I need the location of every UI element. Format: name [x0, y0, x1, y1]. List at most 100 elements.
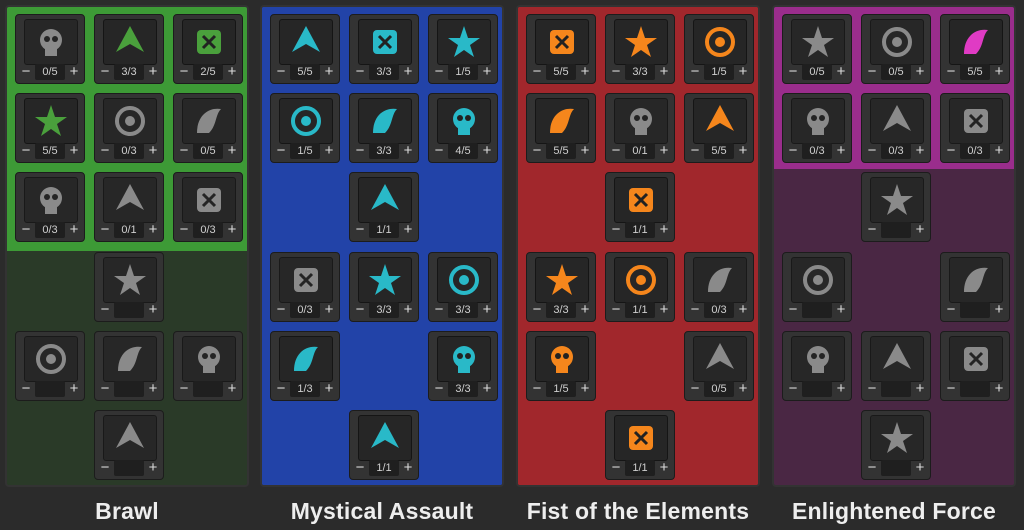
increase-rank-button[interactable]: + [67, 143, 81, 159]
skill-slot[interactable]: −5/5 + [526, 93, 596, 163]
skill-slot[interactable]: −3/3 + [526, 252, 596, 322]
skill-slot[interactable]: −3/3 + [349, 93, 419, 163]
shards-icon[interactable] [870, 336, 924, 382]
spiked-ball-icon[interactable] [103, 257, 157, 303]
decrease-rank-button[interactable]: − [432, 302, 446, 318]
increase-rank-button[interactable]: + [657, 302, 671, 318]
increase-rank-button[interactable]: + [657, 143, 671, 159]
decrease-rank-button[interactable]: − [530, 381, 544, 397]
decrease-rank-button[interactable]: − [19, 143, 33, 159]
decrease-rank-button[interactable]: − [688, 64, 702, 80]
skull-pile-icon[interactable] [693, 98, 747, 144]
skill-slot[interactable]: −1/3 + [270, 331, 340, 401]
decrease-rank-button[interactable]: − [353, 302, 367, 318]
explosion-skull-icon[interactable] [103, 19, 157, 65]
increase-rank-button[interactable]: + [992, 64, 1006, 80]
increase-rank-button[interactable]: + [578, 302, 592, 318]
increase-rank-button[interactable]: + [401, 460, 415, 476]
skill-slot[interactable]: −0/3 + [782, 93, 852, 163]
leaping-figure-icon[interactable] [870, 415, 924, 461]
skull-banner-icon[interactable] [437, 19, 491, 65]
decrease-rank-button[interactable]: − [530, 302, 544, 318]
arrow-up-icon[interactable] [358, 177, 412, 223]
skill-slot[interactable]: −3/3 + [428, 252, 498, 322]
skill-slot[interactable]: − + [94, 410, 164, 480]
skill-slot[interactable]: −3/3 + [428, 331, 498, 401]
decrease-rank-button[interactable]: − [530, 143, 544, 159]
increase-rank-button[interactable]: + [322, 381, 336, 397]
skill-slot[interactable]: −0/3 + [173, 172, 243, 242]
skill-slot[interactable]: − + [861, 410, 931, 480]
decrease-rank-button[interactable]: − [274, 64, 288, 80]
bottle-icon[interactable] [791, 98, 845, 144]
mushroom-skull-icon[interactable] [693, 257, 747, 303]
beast-face-icon[interactable] [24, 336, 78, 382]
increase-rank-button[interactable]: + [913, 143, 927, 159]
skill-slot[interactable]: −0/3 + [861, 93, 931, 163]
decrease-rank-button[interactable]: − [944, 381, 958, 397]
decrease-rank-button[interactable]: − [19, 222, 33, 238]
pointing-hand-icon[interactable] [614, 98, 668, 144]
skill-slot[interactable]: − + [782, 252, 852, 322]
increase-rank-button[interactable]: + [657, 460, 671, 476]
skill-slot[interactable]: −0/5 + [782, 14, 852, 84]
decrease-rank-button[interactable]: − [177, 143, 191, 159]
skill-slot[interactable]: −5/5 + [15, 93, 85, 163]
decrease-rank-button[interactable]: − [274, 302, 288, 318]
decrease-rank-button[interactable]: − [688, 302, 702, 318]
increase-rank-button[interactable]: + [992, 143, 1006, 159]
skill-slot[interactable]: −3/3 + [349, 14, 419, 84]
shattered-shield-icon[interactable] [791, 19, 845, 65]
rune-fist-icon[interactable] [182, 19, 236, 65]
decrease-rank-button[interactable]: − [177, 222, 191, 238]
decrease-rank-button[interactable]: − [865, 381, 879, 397]
pink-dragon-icon[interactable] [949, 19, 1003, 65]
increase-rank-button[interactable]: + [992, 381, 1006, 397]
increase-rank-button[interactable]: + [225, 64, 239, 80]
skill-slot[interactable]: −0/3 + [940, 93, 1010, 163]
increase-rank-button[interactable]: + [480, 302, 494, 318]
increase-rank-button[interactable]: + [578, 381, 592, 397]
skill-slot[interactable]: −1/5 + [270, 93, 340, 163]
increase-rank-button[interactable]: + [834, 64, 848, 80]
decrease-rank-button[interactable]: − [353, 143, 367, 159]
skill-slot[interactable]: −1/5 + [526, 331, 596, 401]
nest-icon[interactable] [870, 98, 924, 144]
decrease-rank-button[interactable]: − [865, 64, 879, 80]
increase-rank-button[interactable]: + [146, 381, 160, 397]
decrease-rank-button[interactable]: − [177, 381, 191, 397]
increase-rank-button[interactable]: + [657, 64, 671, 80]
skill-slot[interactable]: −0/3 + [15, 172, 85, 242]
skill-slot[interactable]: −3/3 + [94, 14, 164, 84]
increase-rank-button[interactable]: + [992, 302, 1006, 318]
decrease-rank-button[interactable]: − [865, 222, 879, 238]
decrease-rank-button[interactable]: − [609, 222, 623, 238]
helmet-icon[interactable] [791, 257, 845, 303]
target-icon[interactable] [614, 19, 668, 65]
increase-rank-button[interactable]: + [146, 302, 160, 318]
skill-slot[interactable]: −2/5 + [173, 14, 243, 84]
skill-slot[interactable]: −1/1 + [349, 172, 419, 242]
decrease-rank-button[interactable]: − [530, 64, 544, 80]
skill-slot[interactable]: −1/5 + [428, 14, 498, 84]
increase-rank-button[interactable]: + [225, 381, 239, 397]
increase-rank-button[interactable]: + [480, 143, 494, 159]
increase-rank-button[interactable]: + [225, 143, 239, 159]
helmet-skull-icon[interactable] [103, 98, 157, 144]
skill-slot[interactable]: −0/1 + [94, 172, 164, 242]
increase-rank-button[interactable]: + [401, 64, 415, 80]
increase-rank-button[interactable]: + [401, 143, 415, 159]
decrease-rank-button[interactable]: − [98, 143, 112, 159]
heart-hand-icon[interactable] [535, 336, 589, 382]
skill-slot[interactable]: −5/5 + [940, 14, 1010, 84]
decrease-rank-button[interactable]: − [786, 143, 800, 159]
decrease-rank-button[interactable]: − [98, 460, 112, 476]
skill-slot[interactable]: −0/1 + [605, 93, 675, 163]
decrease-rank-button[interactable]: − [353, 460, 367, 476]
decrease-rank-button[interactable]: − [353, 222, 367, 238]
increase-rank-button[interactable]: + [146, 64, 160, 80]
vortex-icon[interactable] [279, 336, 333, 382]
decrease-rank-button[interactable]: − [944, 64, 958, 80]
spiral-shell-icon[interactable] [279, 98, 333, 144]
skill-slot[interactable]: −5/5 + [684, 93, 754, 163]
